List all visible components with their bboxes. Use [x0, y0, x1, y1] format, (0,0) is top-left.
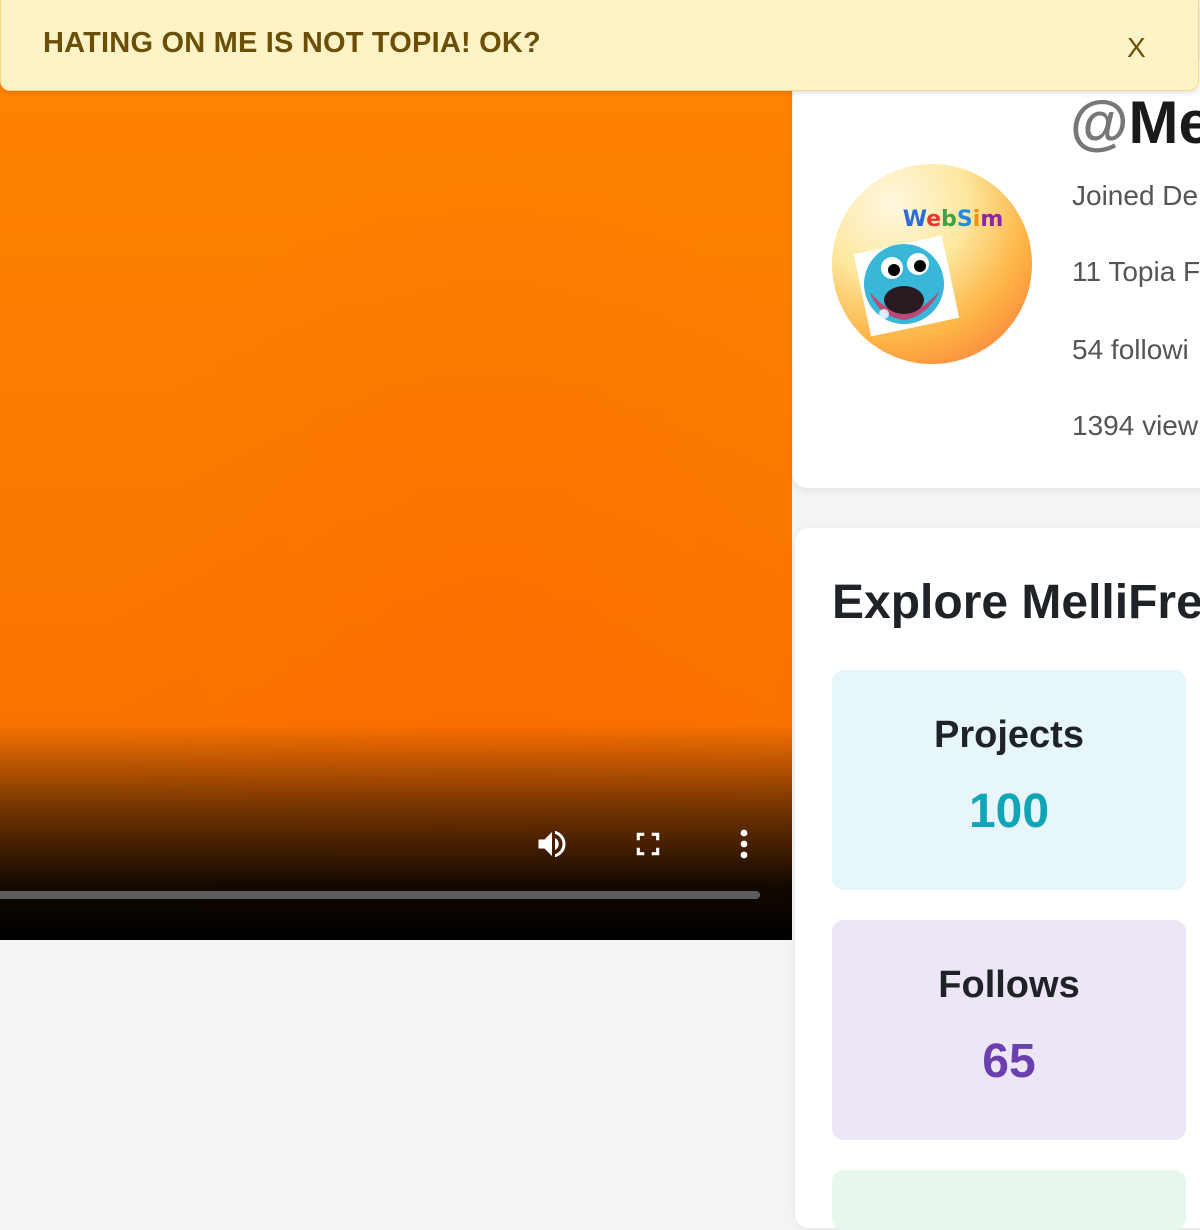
profile-handle: @Me	[1070, 89, 1200, 156]
projects-label: Projects	[934, 714, 1084, 756]
follows-count: 65	[982, 1035, 1036, 1088]
projects-tile[interactable]: Projects 100	[832, 670, 1186, 890]
banner-close-button[interactable]: X	[1127, 32, 1146, 64]
more-options-icon[interactable]	[724, 824, 764, 864]
video-progress-bar[interactable]	[0, 891, 760, 899]
announcement-banner: HATING ON ME IS NOT TOPIA! OK? X	[0, 0, 1199, 91]
follows-label: Follows	[938, 964, 1080, 1006]
explore-title: Explore MelliFren	[832, 576, 1200, 629]
avatar-image: WebSim	[853, 207, 1004, 337]
follows-tile[interactable]: Follows 65	[832, 920, 1186, 1140]
avatar-logo-text: WebSim	[903, 207, 1004, 232]
video-player[interactable]	[0, 0, 792, 940]
fullscreen-icon[interactable]	[628, 824, 668, 864]
projects-count: 100	[968, 785, 1050, 838]
views-count: 1394 view	[1072, 410, 1199, 441]
joined-date: Joined De	[1072, 180, 1199, 211]
banner-message: HATING ON ME IS NOT TOPIA! OK?	[43, 27, 541, 59]
following-count[interactable]: 54 followi	[1072, 334, 1189, 366]
video-controls-shade	[0, 725, 792, 940]
volume-icon[interactable]	[532, 824, 572, 864]
avatar: WebSim	[832, 164, 1032, 364]
next-tile[interactable]	[832, 1170, 1186, 1230]
topia-points: 11 Topia F	[1072, 256, 1200, 287]
